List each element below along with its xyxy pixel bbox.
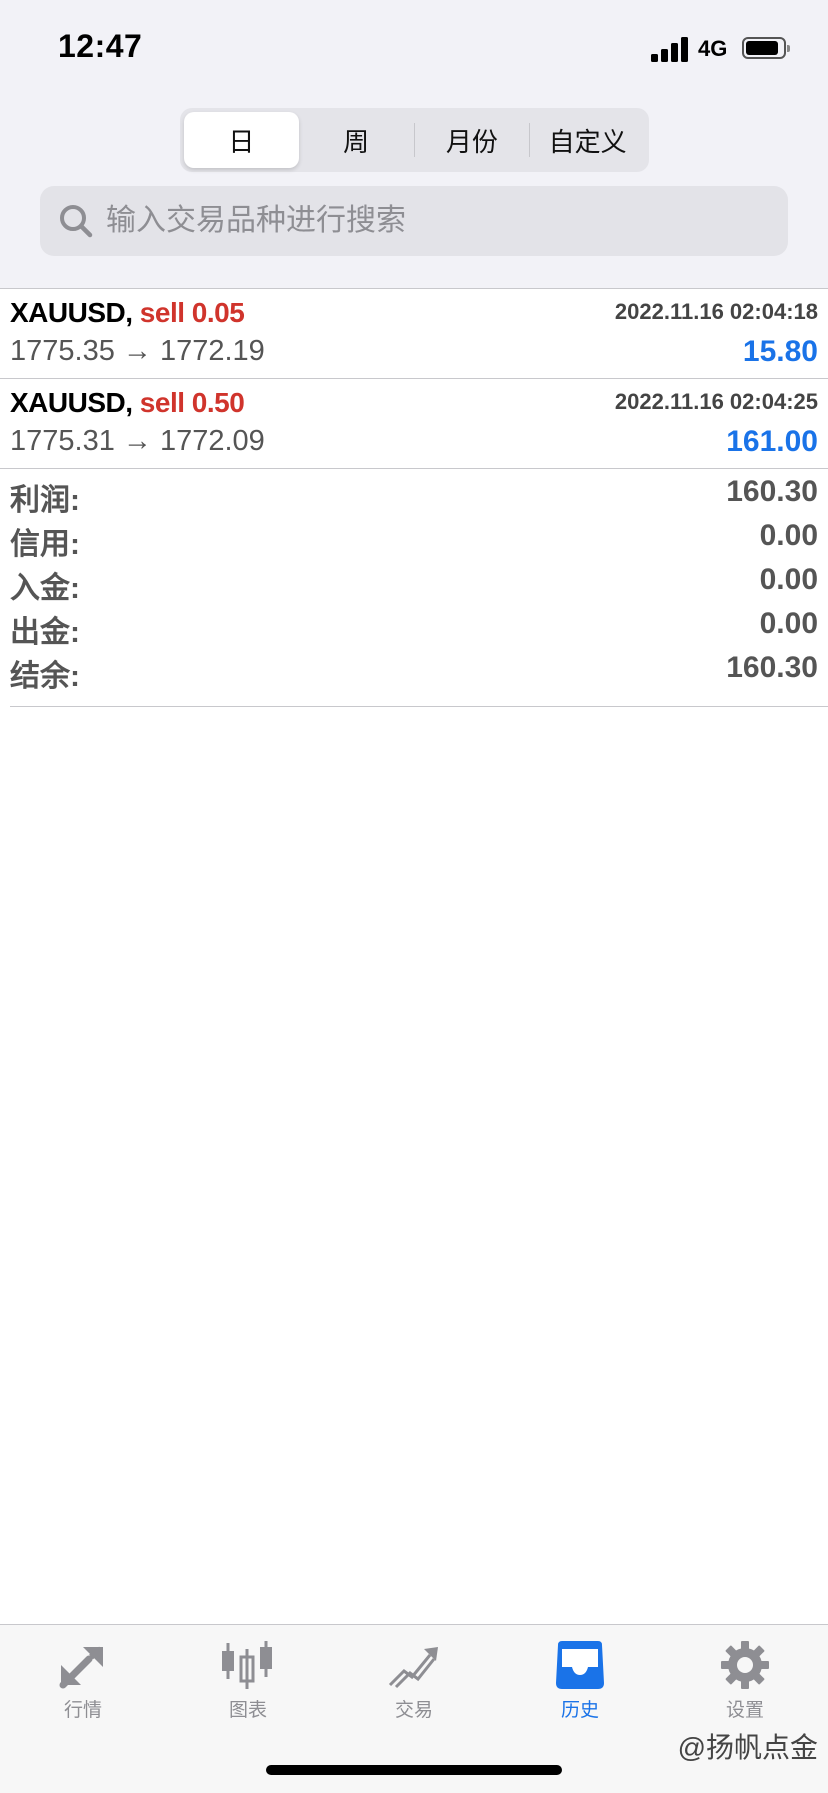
search-bar[interactable] (40, 186, 788, 256)
segment-week[interactable]: 周 (299, 112, 414, 168)
summary-row-deposit: 入金: 0.00 (10, 557, 828, 605)
trade-datetime: 2022.11.16 02:04:25 (614, 389, 818, 414)
status-time: 12:47 (58, 28, 143, 64)
summary-value: 0.00 (759, 519, 818, 552)
summary-label: 结余: (10, 660, 80, 693)
header-area: 12:47 4G 日 周 月份 自定义 (0, 0, 828, 289)
trade-symbol-line: XAUUSD, sell 0.50 (10, 387, 245, 419)
tab-label: 历史 (560, 1700, 599, 1721)
home-indicator (266, 1765, 562, 1775)
trade-side: sell 0.05 (139, 297, 245, 328)
summary-value: 0.00 (759, 563, 818, 596)
account-summary: 利润: 160.30 信用: 0.00 入金: 0.00 出金: 0.00 结余… (10, 469, 828, 707)
tab-label: 设置 (725, 1700, 764, 1721)
summary-row-balance: 结余: 160.30 (10, 645, 828, 693)
trade-datetime: 2022.11.16 02:04:18 (614, 299, 818, 324)
trade-row[interactable]: XAUUSD, sell 0.05 2022.11.16 02:04:18 17… (0, 289, 828, 379)
tab-trade[interactable]: 交易 (331, 1625, 497, 1735)
trade-symbol: XAUUSD, (10, 387, 133, 418)
trade-side: sell 0.50 (139, 387, 245, 418)
bottom-tab-bar: 行情 图表 交易 历史 设置 (0, 1624, 828, 1793)
cellular-signal-icon (651, 36, 691, 62)
candlestick-chart-icon (222, 1641, 272, 1689)
summary-row-withdrawal: 出金: 0.00 (10, 601, 828, 649)
trade-profit: 15.80 (742, 335, 818, 368)
period-segmented-control: 日 周 月份 自定义 (180, 108, 649, 172)
tab-charts[interactable]: 图表 (165, 1625, 331, 1735)
trade-prices: 1775.35 → 1772.19 (10, 335, 265, 367)
tab-label: 交易 (394, 1700, 433, 1721)
tab-settings[interactable]: 设置 (662, 1625, 828, 1735)
watermark: @扬帆点金 (677, 1732, 818, 1763)
summary-row-profit: 利润: 160.30 (10, 469, 828, 517)
search-icon (60, 205, 93, 238)
battery-icon (742, 37, 790, 59)
trade-symbol-line: XAUUSD, sell 0.05 (10, 297, 245, 329)
gear-icon (721, 1641, 769, 1689)
segment-month[interactable]: 月份 (415, 112, 530, 168)
network-type: 4G (698, 36, 728, 61)
tab-history[interactable]: 历史 (497, 1625, 663, 1735)
inbox-tray-icon (556, 1641, 604, 1689)
trade-list: XAUUSD, sell 0.05 2022.11.16 02:04:18 17… (0, 289, 828, 469)
summary-value: 160.30 (726, 475, 818, 508)
trade-trend-icon (388, 1647, 438, 1689)
tab-quotes[interactable]: 行情 (0, 1625, 166, 1735)
summary-row-credit: 信用: 0.00 (10, 513, 828, 561)
trade-symbol: XAUUSD, (10, 297, 133, 328)
segment-custom[interactable]: 自定义 (530, 112, 645, 168)
summary-value: 0.00 (759, 607, 818, 640)
quotes-arrows-icon (59, 1646, 103, 1689)
tab-label: 图表 (228, 1700, 267, 1721)
trade-row[interactable]: XAUUSD, sell 0.50 2022.11.16 02:04:25 17… (0, 379, 828, 469)
segment-day[interactable]: 日 (184, 112, 299, 168)
trade-profit: 161.00 (726, 425, 818, 458)
trade-prices: 1775.31 → 1772.09 (10, 425, 265, 457)
search-input[interactable] (104, 203, 748, 239)
summary-value: 160.30 (726, 651, 818, 684)
tab-label: 行情 (63, 1700, 102, 1721)
